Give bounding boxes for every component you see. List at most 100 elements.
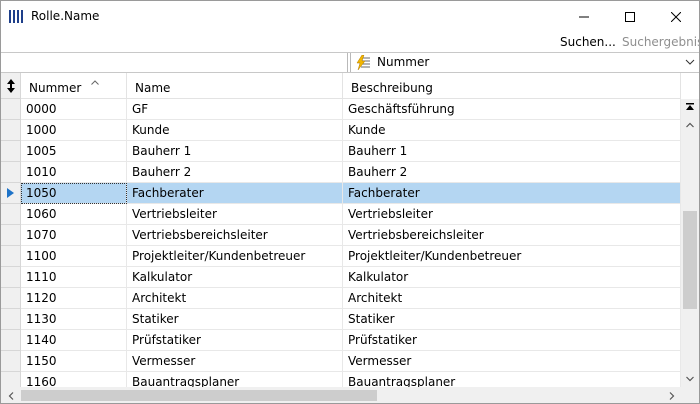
row-selector[interactable] xyxy=(1,267,21,288)
row-selector[interactable] xyxy=(1,120,21,141)
column-header-nummer[interactable]: Nummer xyxy=(21,73,127,99)
cell-name[interactable]: Statiker xyxy=(127,309,343,330)
row-selector[interactable] xyxy=(1,162,21,183)
vertical-scroll-thumb[interactable] xyxy=(683,211,697,309)
cell-nummer[interactable]: 1160 xyxy=(21,372,127,387)
cell-nummer[interactable]: 1150 xyxy=(21,351,127,372)
cell-beschreibung[interactable]: Vertriebsleiter xyxy=(343,204,681,225)
scroll-corner xyxy=(681,387,699,403)
cell-name[interactable]: Kunde xyxy=(127,120,343,141)
cell-name[interactable]: Vertriebsbereichsleiter xyxy=(127,225,343,246)
cell-beschreibung[interactable]: Bauherr 2 xyxy=(343,162,681,183)
horizontal-scroll-thumb[interactable] xyxy=(21,390,377,401)
row-selector[interactable] xyxy=(1,99,21,120)
cell-beschreibung[interactable]: Kalkulator xyxy=(343,267,681,288)
scroll-up-button[interactable] xyxy=(681,116,699,133)
row-selector[interactable] xyxy=(1,225,21,246)
close-button[interactable] xyxy=(653,1,699,32)
scroll-down-button[interactable] xyxy=(681,370,699,387)
column-header-label: Nummer xyxy=(29,81,82,95)
cell-nummer[interactable]: 1010 xyxy=(21,162,127,183)
horizontal-scrollbar[interactable] xyxy=(1,387,681,403)
cell-name[interactable]: Bauherr 2 xyxy=(127,162,343,183)
cell-name[interactable]: Projektleiter/Kundenbetreuer xyxy=(127,246,343,267)
current-row-pointer-icon xyxy=(7,188,14,198)
cell-beschreibung[interactable]: Projektleiter/Kundenbetreuer xyxy=(343,246,681,267)
scroll-left-button[interactable] xyxy=(2,387,19,403)
row-selector[interactable] xyxy=(1,204,21,225)
sort-updown-icon xyxy=(6,78,15,93)
cell-beschreibung[interactable]: Statiker xyxy=(343,309,681,330)
column-header-label: Beschreibung xyxy=(351,81,433,95)
cell-name[interactable]: Prüfstatiker xyxy=(127,330,343,351)
table-row[interactable]: 1130 Statiker Statiker xyxy=(1,309,681,330)
table-row[interactable]: 1050 Fachberater Fachberater xyxy=(1,183,681,204)
vertical-scrollbar[interactable] xyxy=(681,99,699,387)
cell-name[interactable]: Kalkulator xyxy=(127,267,343,288)
scroll-right-button[interactable] xyxy=(663,387,680,403)
column-header-name[interactable]: Name xyxy=(127,73,343,99)
search-link[interactable]: Suchen... xyxy=(560,35,616,49)
cell-nummer[interactable]: 1050 xyxy=(21,183,127,204)
cell-nummer[interactable]: 1140 xyxy=(21,330,127,351)
table-row[interactable]: 1160 Bauantragsplaner Bauantragsplaner xyxy=(1,372,681,387)
cell-nummer[interactable]: 1060 xyxy=(21,204,127,225)
search-field-select[interactable]: Nummer xyxy=(350,53,699,72)
cell-name[interactable]: Vermesser xyxy=(127,351,343,372)
cell-beschreibung[interactable]: Architekt xyxy=(343,288,681,309)
cell-name[interactable]: GF xyxy=(127,99,343,120)
table-row[interactable]: 1100 Projektleiter/Kundenbetreuer Projektl… xyxy=(1,246,681,267)
cell-beschreibung[interactable]: Fachberater xyxy=(343,183,681,204)
cell-beschreibung[interactable]: Geschäftsführung xyxy=(343,99,681,120)
minimize-button[interactable] xyxy=(561,1,607,32)
cell-beschreibung[interactable]: Kunde xyxy=(343,120,681,141)
chevron-down-icon xyxy=(685,56,695,70)
scroll-top-button[interactable] xyxy=(681,99,699,116)
cell-nummer[interactable]: 1070 xyxy=(21,225,127,246)
row-selector[interactable] xyxy=(1,372,21,387)
row-selector[interactable] xyxy=(1,183,21,204)
chevron-down-icon xyxy=(686,376,694,381)
column-header-beschreibung[interactable]: Beschreibung xyxy=(343,73,681,99)
table-row[interactable]: 1140 Prüfstatiker Prüfstatiker xyxy=(1,330,681,351)
cell-beschreibung[interactable]: Bauantragsplaner xyxy=(343,372,681,387)
cell-nummer[interactable]: 1120 xyxy=(21,288,127,309)
table-row[interactable]: 1000 Kunde Kunde xyxy=(1,120,681,141)
row-selector[interactable] xyxy=(1,351,21,372)
cell-name[interactable]: Bauherr 1 xyxy=(127,141,343,162)
cell-nummer[interactable]: 1100 xyxy=(21,246,127,267)
cell-beschreibung[interactable]: Vermesser xyxy=(343,351,681,372)
cell-name[interactable]: Architekt xyxy=(127,288,343,309)
search-result-link[interactable]: Suchergebnis xyxy=(622,35,699,49)
row-selector[interactable] xyxy=(1,309,21,330)
cell-nummer[interactable]: 1130 xyxy=(21,309,127,330)
table-row[interactable]: 0000 GF Geschäftsführung xyxy=(1,99,681,120)
cell-nummer[interactable]: 1000 xyxy=(21,120,127,141)
table-row[interactable]: 1010 Bauherr 2 Bauherr 2 xyxy=(1,162,681,183)
table-row[interactable]: 1110 Kalkulator Kalkulator xyxy=(1,267,681,288)
table-row[interactable]: 1070 Vertriebsbereichsleiter Vertriebsbere… xyxy=(1,225,681,246)
data-grid[interactable]: Nummer Name Beschreibung 0000 GF Geschäfts… xyxy=(1,73,699,387)
row-selector[interactable] xyxy=(1,288,21,309)
table-row[interactable]: 1150 Vermesser Vermesser xyxy=(1,351,681,372)
title-bar[interactable]: Rolle.Name xyxy=(1,1,699,32)
table-row[interactable]: 1060 Vertriebsleiter Vertriebsleiter xyxy=(1,204,681,225)
table-row[interactable]: 1120 Architekt Architekt xyxy=(1,288,681,309)
cell-nummer[interactable]: 1005 xyxy=(21,141,127,162)
row-selector[interactable] xyxy=(1,330,21,351)
cell-beschreibung[interactable]: Vertriebsbereichsleiter xyxy=(343,225,681,246)
row-selector[interactable] xyxy=(1,141,21,162)
cell-name[interactable]: Vertriebsleiter xyxy=(127,204,343,225)
cell-beschreibung[interactable]: Bauherr 1 xyxy=(343,141,681,162)
table-row[interactable]: 1005 Bauherr 1 Bauherr 1 xyxy=(1,141,681,162)
search-input[interactable] xyxy=(2,53,348,72)
cell-nummer[interactable]: 1110 xyxy=(21,267,127,288)
cell-beschreibung[interactable]: Prüfstatiker xyxy=(343,330,681,351)
close-icon xyxy=(671,11,681,22)
row-height-toggle[interactable] xyxy=(1,73,21,99)
cell-nummer[interactable]: 0000 xyxy=(21,99,127,120)
cell-name[interactable]: Fachberater xyxy=(127,183,343,204)
cell-name[interactable]: Bauantragsplaner xyxy=(127,372,343,387)
maximize-button[interactable] xyxy=(607,1,653,32)
row-selector[interactable] xyxy=(1,246,21,267)
